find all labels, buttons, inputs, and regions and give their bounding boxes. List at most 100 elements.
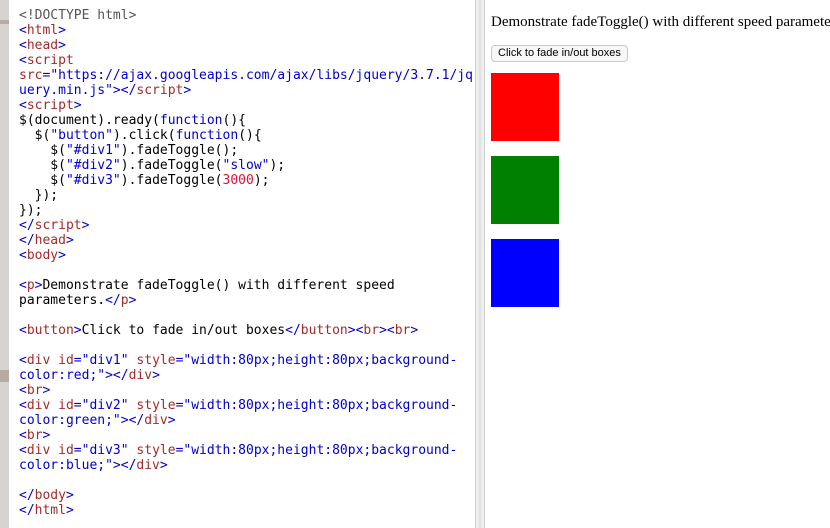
code-token: body (34, 488, 66, 503)
code-token: > (167, 413, 176, 428)
code-token: "width:80px;height:80px;background- (183, 443, 458, 458)
code-token: "button" (50, 128, 113, 143)
code-token: ); (253, 173, 270, 188)
code-line: parameters.</p> (19, 293, 475, 308)
code-line: uery.min.js"></script> (19, 83, 475, 98)
code-token: div (128, 368, 153, 383)
code-token: "width:80px;height:80px;background- (183, 353, 458, 368)
code-token: function (175, 128, 239, 143)
code-token: </ (19, 233, 35, 248)
code-token: ></ (105, 368, 129, 383)
code-token: color:blue;" (19, 458, 113, 473)
fade-toggle-button[interactable]: Click to fade in/out boxes (491, 45, 628, 62)
code-token: html (34, 503, 66, 518)
panel-resize-handle[interactable] (476, 0, 484, 528)
code-line: src="https://ajax.googleapis.com/ajax/li… (19, 68, 475, 83)
code-line: $(document).ready(function(){ (19, 113, 475, 128)
code-token: button (26, 323, 74, 338)
code-token: $( (19, 158, 66, 173)
code-token: > (65, 233, 74, 248)
code-token: div (136, 458, 160, 473)
code-token: $( (19, 128, 51, 143)
code-line: <div id="div2" style="width:80px;height:… (19, 398, 475, 413)
code-token: > (73, 323, 82, 338)
code-token: script (136, 83, 184, 98)
code-token: < (19, 278, 27, 293)
code-line: <script (19, 53, 475, 68)
code-token: }); (19, 203, 43, 218)
red-box (491, 73, 559, 141)
code-token: p (120, 293, 129, 308)
code-token: (){ (222, 113, 246, 128)
code-line: $("#div2").fadeToggle("slow"); (19, 158, 475, 173)
code-token: Click to fade in/out boxes (81, 323, 286, 338)
code-editor[interactable]: <!DOCTYPE html> <html> <head> <script src="h… (9, 0, 475, 518)
code-token: > (159, 458, 168, 473)
code-token: (){ (238, 128, 262, 143)
code-token: }); (19, 188, 59, 203)
left-edge-strip (0, 0, 9, 528)
code-line: <br> (19, 428, 475, 443)
code-token: $( (19, 143, 66, 158)
result-panel: Demonstrate fadeToggle() with different … (484, 0, 830, 528)
code-token: div (26, 443, 51, 458)
code-line: <body> (19, 248, 475, 263)
code-token: </ (285, 323, 301, 338)
code-token: ></ (112, 83, 137, 98)
code-line: $("#div3").fadeToggle(3000); (19, 173, 475, 188)
code-token: style (136, 443, 176, 458)
code-token: >< (347, 323, 364, 338)
code-token: src (19, 68, 43, 83)
code-editor-panel[interactable]: <!DOCTYPE html> <html> <head> <script src="h… (9, 0, 476, 528)
code-token: = (73, 353, 82, 368)
code-line: color:green;"></div> (19, 413, 475, 428)
code-token: > (183, 83, 192, 98)
code-token: p (26, 278, 35, 293)
code-token: > (152, 368, 160, 383)
code-line: $("button").click(function(){ (19, 128, 475, 143)
code-token: ></ (112, 458, 137, 473)
code-token: br (363, 323, 380, 338)
code-token: br (394, 323, 411, 338)
code-token: > (42, 428, 51, 443)
code-token: "div1" (81, 353, 129, 368)
code-token: > (73, 98, 82, 113)
code-token: </ (105, 293, 121, 308)
code-token: "slow" (222, 158, 270, 173)
code-token: > (65, 503, 74, 518)
code-token: html (26, 23, 59, 38)
code-line: </body> (19, 488, 475, 503)
code-token: ).click( (112, 128, 176, 143)
result-paragraph: Demonstrate fadeToggle() with different … (491, 14, 830, 30)
code-token: button (300, 323, 348, 338)
code-token: script (34, 218, 82, 233)
code-token: < (19, 23, 27, 38)
code-line: <div id="div1" style="width:80px;height:… (19, 353, 475, 368)
edge-mark (0, 370, 9, 382)
code-token: br (26, 383, 43, 398)
code-token: id (58, 353, 74, 368)
code-token: > (58, 23, 66, 38)
code-token: script (26, 98, 74, 113)
code-line: color:blue;"></div> (19, 458, 475, 473)
code-token: color:red;" (19, 368, 106, 383)
code-token: < (19, 53, 27, 68)
code-token: > (42, 383, 51, 398)
code-line: <script> (19, 98, 475, 113)
code-line: <p>Demonstrate fadeToggle() with differe… (19, 278, 475, 293)
code-token: ).fadeToggle( (120, 158, 223, 173)
code-token: "div3" (81, 443, 129, 458)
code-token: parameters. (19, 293, 106, 308)
code-token: > (81, 218, 90, 233)
code-line: <br> (19, 383, 475, 398)
code-token: < (19, 38, 27, 53)
code-line: <div id="div3" style="width:80px;height:… (19, 443, 475, 458)
code-token: head (34, 233, 66, 248)
code-token: < (19, 98, 27, 113)
code-token: $( (19, 173, 66, 188)
code-token: ></ (120, 413, 145, 428)
code-line: }); (19, 188, 475, 203)
code-line: <button>Click to fade in/out boxes</butt… (19, 323, 475, 338)
